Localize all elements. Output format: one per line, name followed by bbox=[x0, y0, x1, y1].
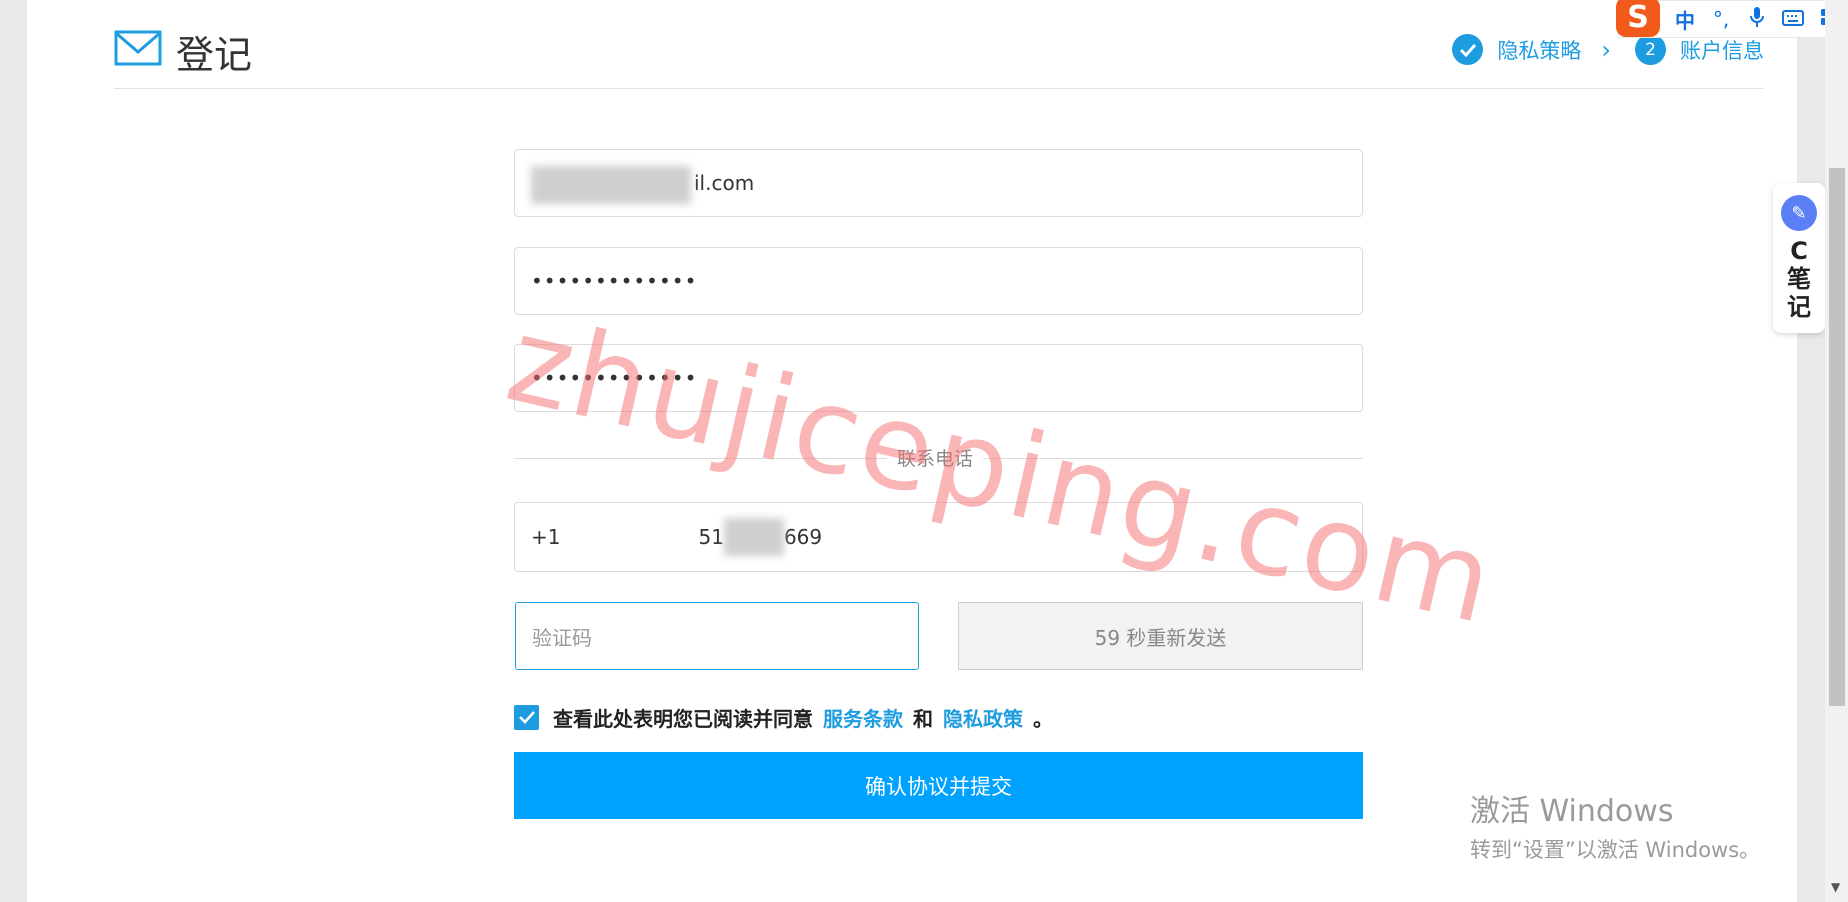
microphone-icon[interactable] bbox=[1746, 6, 1768, 33]
redacted-phone bbox=[723, 518, 784, 556]
agree-checkbox[interactable] bbox=[514, 705, 539, 730]
verification-code-input[interactable]: 验证码 bbox=[515, 602, 919, 670]
keyboard-icon[interactable] bbox=[1782, 7, 1804, 31]
terms-link[interactable]: 服务条款 bbox=[823, 703, 903, 732]
page-background: 登记 隐私策略 › 2 账户信息 il.com ••••••••••••• ••… bbox=[27, 0, 1797, 902]
and-text: 和 bbox=[913, 707, 933, 731]
privacy-link[interactable]: 隐私政策 bbox=[943, 703, 1023, 732]
page-title: 登记 bbox=[176, 33, 253, 77]
page-header: 登记 隐私策略 › 2 账户信息 bbox=[114, 0, 1764, 89]
check-icon bbox=[1452, 34, 1484, 65]
submit-button[interactable]: 确认协议并提交 bbox=[514, 752, 1363, 819]
period-text: 。 bbox=[1033, 707, 1053, 731]
agreement-row: 查看此处表明您已阅读并同意 服务条款 和 隐私政策 。 bbox=[514, 703, 1053, 732]
redacted-email bbox=[531, 166, 691, 204]
email-field[interactable]: il.com bbox=[514, 149, 1363, 217]
step-privacy-label: 隐私策略 bbox=[1497, 38, 1582, 63]
step-account-label: 账户信息 bbox=[1680, 38, 1764, 63]
step-number: 2 bbox=[1635, 34, 1666, 65]
progress-steps: 隐私策略 › 2 账户信息 bbox=[1452, 34, 1764, 65]
confirm-password-field[interactable]: ••••••••••••• bbox=[514, 344, 1363, 412]
country-code[interactable]: +1 bbox=[531, 525, 560, 549]
vertical-scrollbar[interactable]: ▼ bbox=[1825, 0, 1848, 902]
agree-text: 查看此处表明您已阅读并同意 bbox=[553, 707, 813, 731]
scrollbar-thumb[interactable] bbox=[1829, 168, 1845, 706]
sogou-logo-icon[interactable]: S bbox=[1616, 0, 1660, 37]
ime-toolbar: S 中 °, bbox=[1616, 0, 1848, 38]
ime-punctuation[interactable]: °, bbox=[1710, 7, 1732, 31]
phone-field[interactable]: +1 51 669 bbox=[514, 502, 1363, 572]
c-notes-widget[interactable]: ✎ C笔记 bbox=[1773, 183, 1825, 333]
scroll-down-arrow-icon[interactable]: ▼ bbox=[1831, 880, 1840, 894]
ime-mode[interactable]: 中 bbox=[1674, 5, 1696, 34]
mail-icon bbox=[114, 30, 162, 66]
chevron-right-icon: › bbox=[1601, 35, 1611, 64]
phone-section-label: 联系电话 bbox=[887, 444, 984, 471]
c-notes-label: C笔记 bbox=[1787, 237, 1811, 321]
note-feather-icon: ✎ bbox=[1781, 195, 1817, 231]
password-field[interactable]: ••••••••••••• bbox=[514, 247, 1363, 315]
windows-activation-notice: 激活 Windows 转到“设置”以激活 Windows。 bbox=[1470, 794, 1761, 862]
resend-code-button[interactable]: 59 秒重新发送 bbox=[958, 602, 1363, 670]
